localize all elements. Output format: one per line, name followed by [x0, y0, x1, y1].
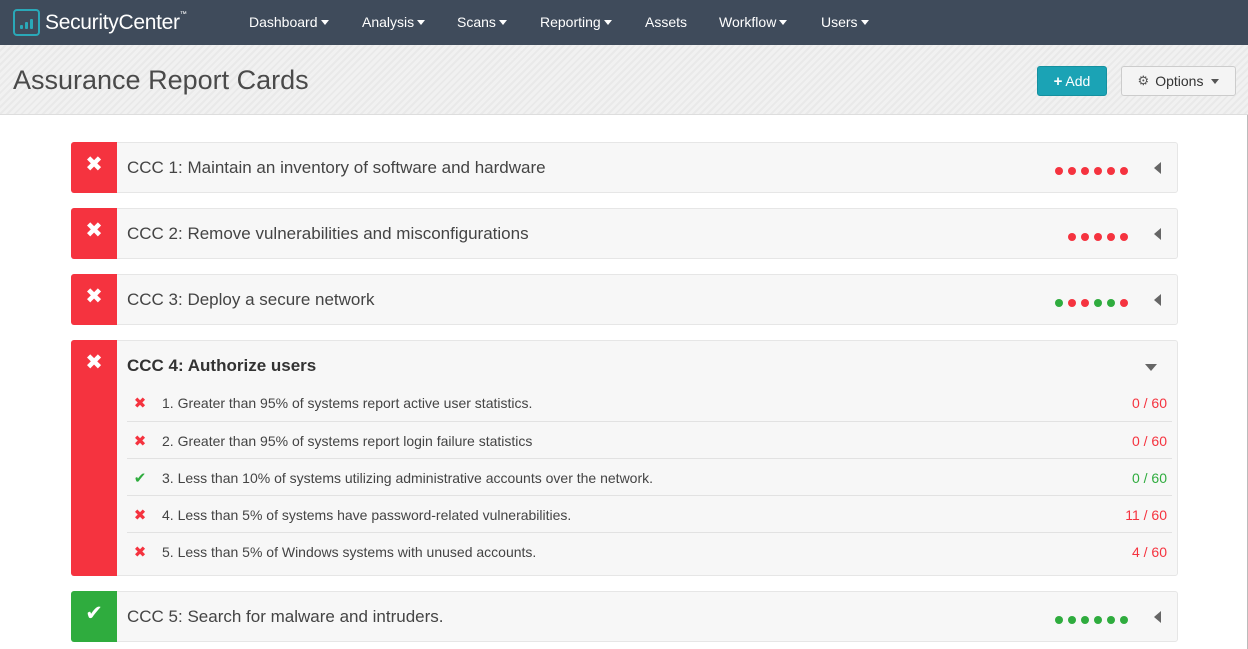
page-title: Assurance Report Cards — [13, 65, 309, 95]
status-dots — [1055, 616, 1128, 624]
status-dot-pass — [1068, 616, 1076, 624]
report-card-ccc5[interactable]: ✔ CCC 5: Search for malware and intruder… — [71, 591, 1178, 642]
card-title: CCC 1: Maintain an inventory of software… — [127, 158, 546, 177]
rule-count: 0 / 60 — [1131, 395, 1167, 411]
status-dot-fail — [1107, 233, 1115, 241]
rule-text: 2. Greater than 95% of systems report lo… — [162, 433, 533, 449]
brand-logo[interactable]: SecurityCenter™ — [13, 9, 187, 36]
rule-row[interactable]: ✖ 4. Less than 5% of systems have passwo… — [127, 495, 1172, 532]
brand-name: SecurityCenter™ — [45, 10, 187, 34]
status-dot-fail — [1081, 299, 1089, 307]
status-dot-fail — [1055, 167, 1063, 175]
securitycenter-logo-icon — [13, 9, 40, 36]
status-dot-fail — [1094, 233, 1102, 241]
rule-text: 5. Less than 5% of Windows systems with … — [162, 544, 537, 560]
fail-x-icon: ✖ — [85, 351, 103, 374]
rule-text: 3. Less than 10% of systems utilizing ad… — [162, 470, 654, 486]
status-dot-fail — [1081, 167, 1089, 175]
status-indicator: ✔ — [71, 591, 117, 642]
expand-toggle-icon[interactable] — [1154, 228, 1161, 240]
status-dot-pass — [1094, 616, 1102, 624]
fail-x-icon: ✖ — [133, 433, 147, 450]
fail-x-icon: ✖ — [85, 153, 103, 176]
status-dot-fail — [1094, 167, 1102, 175]
fail-x-icon: ✖ — [85, 285, 103, 308]
status-dot-fail — [1107, 167, 1115, 175]
report-card-ccc4[interactable]: ✖ CCC 4: Authorize users ✖ 1. Greater th… — [71, 340, 1178, 576]
status-dot-fail — [1120, 167, 1128, 175]
card-title: CCC 5: Search for malware and intruders. — [127, 607, 444, 626]
gear-icon: ⚙ — [1137, 73, 1150, 88]
status-dot-pass — [1055, 616, 1063, 624]
nav-analysis[interactable]: Analysis — [362, 14, 426, 30]
expand-toggle-icon[interactable] — [1154, 294, 1161, 306]
status-dot-pass — [1107, 299, 1115, 307]
caret-down-icon — [1211, 78, 1220, 84]
nav-dashboard[interactable]: Dashboard — [249, 14, 329, 30]
status-dot-pass — [1094, 299, 1102, 307]
card-title: CCC 3: Deploy a secure network — [127, 290, 375, 309]
status-indicator: ✖ — [71, 208, 117, 259]
fail-x-icon: ✖ — [133, 395, 147, 412]
rule-count: 0 / 60 — [1131, 433, 1167, 449]
fail-x-icon: ✖ — [85, 219, 103, 242]
status-dots — [1068, 233, 1128, 241]
report-card-ccc2[interactable]: ✖ CCC 2: Remove vulnerabilities and misc… — [71, 208, 1178, 259]
status-dot-fail — [1120, 233, 1128, 241]
caret-down-icon — [603, 20, 612, 25]
status-dot-fail — [1068, 233, 1076, 241]
nav-scans[interactable]: Scans — [457, 14, 507, 30]
nav-assets[interactable]: Assets — [645, 14, 687, 30]
caret-down-icon — [417, 20, 426, 25]
status-dot-pass — [1055, 299, 1063, 307]
add-button[interactable]: + Add — [1037, 66, 1107, 96]
options-button[interactable]: ⚙ Options — [1121, 66, 1236, 96]
status-dots — [1055, 299, 1128, 307]
status-indicator: ✖ — [71, 142, 117, 193]
expand-toggle-icon[interactable] — [1154, 611, 1161, 623]
status-dot-fail — [1068, 299, 1076, 307]
rule-count: 4 / 60 — [1131, 544, 1167, 560]
nav-reporting[interactable]: Reporting — [540, 14, 612, 30]
pass-check-icon: ✔ — [133, 470, 147, 487]
card-title: CCC 4: Authorize users — [127, 356, 317, 375]
nav-workflow[interactable]: Workflow — [719, 14, 788, 30]
rule-text: 4. Less than 5% of systems have password… — [162, 507, 572, 523]
collapse-toggle-icon[interactable] — [1145, 364, 1157, 371]
expand-toggle-icon[interactable] — [1154, 162, 1161, 174]
rule-row[interactable]: ✖ 1. Greater than 95% of systems report … — [127, 384, 1172, 421]
fail-x-icon: ✖ — [133, 507, 147, 524]
rule-text: 1. Greater than 95% of systems report ac… — [162, 395, 533, 411]
status-indicator: ✖ — [71, 274, 117, 325]
nav-users[interactable]: Users — [821, 14, 869, 30]
status-dot-fail — [1068, 167, 1076, 175]
rule-row[interactable]: ✖ 5. Less than 5% of Windows systems wit… — [127, 532, 1172, 569]
rule-row[interactable]: ✖ 2. Greater than 95% of systems report … — [127, 421, 1172, 458]
plus-icon: + — [1053, 72, 1063, 90]
status-dot-pass — [1120, 616, 1128, 624]
rule-count: 11 / 60 — [1125, 507, 1167, 523]
status-dot-fail — [1120, 299, 1128, 307]
top-nav: SecurityCenter™ Dashboard Analysis Scans… — [0, 0, 1248, 45]
fail-x-icon: ✖ — [133, 544, 147, 561]
card-title: CCC 2: Remove vulnerabilities and miscon… — [127, 224, 529, 243]
status-dot-fail — [1081, 233, 1089, 241]
report-card-ccc3[interactable]: ✖ CCC 3: Deploy a secure network — [71, 274, 1178, 325]
status-dots — [1055, 167, 1128, 175]
page-header: Assurance Report Cards + Add ⚙ Options — [0, 45, 1248, 115]
caret-down-icon — [320, 20, 329, 25]
caret-down-icon — [860, 20, 869, 25]
report-card-ccc1[interactable]: ✖ CCC 1: Maintain an inventory of softwa… — [71, 142, 1178, 193]
pass-check-icon: ✔ — [85, 602, 103, 625]
status-dot-pass — [1107, 616, 1115, 624]
status-dot-pass — [1081, 616, 1089, 624]
caret-down-icon — [779, 20, 788, 25]
status-indicator: ✖ — [71, 340, 117, 576]
rule-row[interactable]: ✔ 3. Less than 10% of systems utilizing … — [127, 458, 1172, 495]
caret-down-icon — [498, 20, 507, 25]
rule-count: 0 / 60 — [1131, 470, 1167, 486]
